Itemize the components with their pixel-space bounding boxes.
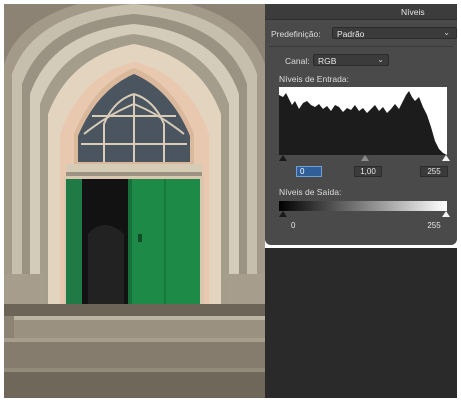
input-levels-label: Níveis de Entrada: [279,74,349,84]
channel-value: RGB [318,56,337,66]
chevron-down-icon: ⌄ [377,55,384,64]
preset-value: Padrão [337,29,365,39]
workspace-background [265,248,457,398]
preset-dropdown[interactable]: Padrão ⌄ [332,27,457,39]
histogram [279,87,447,155]
output-black-field[interactable]: 0 [291,221,317,232]
preset-label: Predefinição: [271,29,321,39]
chevron-down-icon: ⌄ [443,28,450,37]
input-white-field[interactable]: 255 [420,166,448,177]
input-black-field[interactable]: 0 [296,166,322,177]
canvas-photo [4,4,265,398]
input-gamma-field[interactable]: 1,00 [354,166,382,177]
output-black-slider[interactable] [279,211,287,217]
output-white-field[interactable]: 255 [420,221,448,232]
output-gradient-bar [279,201,447,211]
panel-title: Níveis [401,7,425,17]
input-white-slider[interactable] [442,155,450,161]
levels-panel: Níveis Predefinição: Padrão ⌄ Canal: RGB… [265,4,457,245]
divider [269,46,453,47]
output-white-slider[interactable] [442,211,450,217]
output-levels-label: Níveis de Saída: [279,187,342,197]
channel-dropdown[interactable]: RGB ⌄ [313,54,389,66]
panel-titlebar: Níveis [265,4,457,20]
input-gamma-slider[interactable] [361,155,369,161]
channel-label: Canal: [285,56,310,66]
input-black-slider[interactable] [279,155,287,161]
